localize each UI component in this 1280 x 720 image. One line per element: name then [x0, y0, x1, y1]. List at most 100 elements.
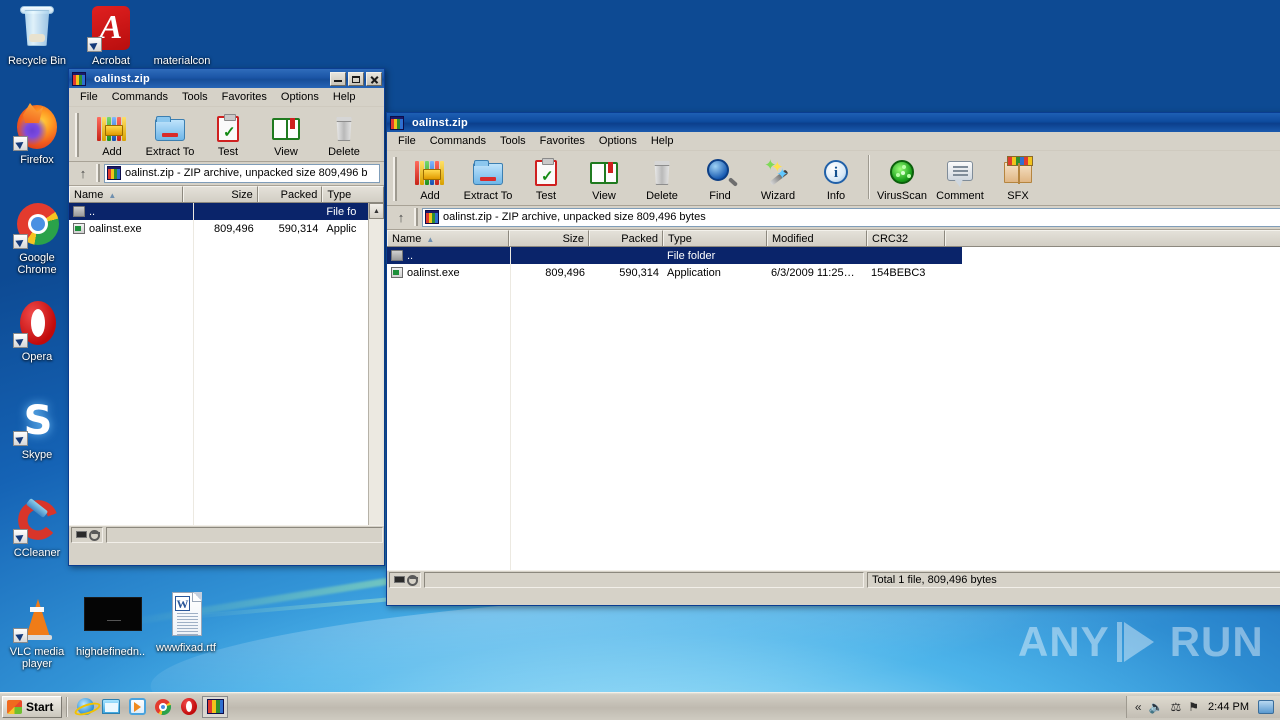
desktop-icon-opera[interactable]: Opera — [0, 300, 74, 363]
desktop-icon-ccleaner[interactable]: CCleaner — [0, 496, 74, 559]
table-row[interactable]: oalinst.exe 809,496 590,314 Applic — [69, 220, 384, 237]
toolbar-wizard-button[interactable]: Wizard — [749, 155, 807, 203]
menu-tools[interactable]: Tools — [493, 133, 533, 149]
desktop-icon-recycle-bin[interactable]: Recycle Bin — [0, 4, 74, 67]
taskbar-item-winrar[interactable] — [202, 695, 229, 718]
toolbar-add-button[interactable]: Add — [401, 155, 459, 203]
table-row[interactable]: .. File fo — [69, 203, 384, 220]
titlebar-front[interactable]: oalinst.zip — [387, 113, 1280, 132]
network-flag-icon[interactable]: ⚑ — [1188, 701, 1199, 713]
quicklaunch-chrome[interactable] — [150, 696, 176, 718]
column-header-modified[interactable]: Modified — [767, 230, 867, 246]
statusbar-back — [69, 525, 384, 543]
column-header-packed[interactable]: Packed — [589, 230, 663, 246]
file-list-back[interactable]: .. File fo oalinst.exe 809,496 590,314 A… — [69, 203, 384, 525]
toolbar-delete-button[interactable]: Delete — [315, 111, 373, 159]
list-column-divider — [510, 247, 511, 570]
desktop-icon-google-chrome[interactable]: Google Chrome — [0, 201, 74, 276]
toolbar-virusscan-button[interactable]: VirusScan — [873, 155, 931, 203]
toolbar-info-button[interactable]: i Info — [807, 155, 865, 203]
clock[interactable]: 2:44 PM — [1206, 701, 1251, 713]
addressbar-front[interactable]: ↑ oalinst.zip - ZIP archive, unpacked si… — [387, 206, 1280, 230]
file-list-header-front[interactable]: Name ▲ Size Packed Type Modified CRC32 — [387, 230, 1280, 247]
menu-options[interactable]: Options — [274, 89, 326, 105]
quicklaunch-media-player[interactable] — [124, 696, 150, 718]
file-list-header-back[interactable]: Name ▲ Size Packed Type — [69, 186, 384, 203]
file-list-front[interactable]: .. File folder oalinst.exe 809,496 590,3… — [387, 247, 1280, 570]
toolbar-test-button[interactable]: Test — [517, 155, 575, 203]
menubar-back[interactable]: File Commands Tools Favorites Options He… — [69, 88, 384, 107]
toolbar-view-button[interactable]: View — [257, 111, 315, 159]
menu-favorites[interactable]: Favorites — [215, 89, 274, 105]
vertical-scrollbar-back[interactable]: ▲ — [368, 203, 384, 525]
menu-file[interactable]: File — [73, 89, 105, 105]
toolbar-extract-to-button[interactable]: Extract To — [141, 111, 199, 159]
addressbar-grip[interactable] — [96, 164, 100, 182]
menu-commands[interactable]: Commands — [423, 133, 493, 149]
toolbar-extract-to-button[interactable]: Extract To — [459, 155, 517, 203]
table-row[interactable]: .. File folder — [387, 247, 962, 264]
toolbar-view-button[interactable]: View — [575, 155, 633, 203]
toolbar-grip[interactable] — [393, 157, 397, 201]
toolbar-comment-button[interactable]: Comment — [931, 155, 989, 203]
column-header-packed[interactable]: Packed — [257, 186, 323, 202]
start-button[interactable]: Start — [2, 695, 63, 718]
show-hidden-icons-chevron-icon[interactable]: « — [1135, 701, 1142, 713]
up-one-level-button[interactable]: ↑ — [73, 163, 93, 183]
column-header-name[interactable]: Name ▲ — [387, 230, 509, 246]
menu-options[interactable]: Options — [592, 133, 644, 149]
menu-commands[interactable]: Commands — [105, 89, 175, 105]
up-one-level-button[interactable]: ↑ — [391, 207, 411, 227]
scroll-up-button[interactable]: ▲ — [369, 203, 384, 219]
taskbar[interactable]: Start « 🔈 ⚖ ⚑ 2:44 PM — [0, 692, 1280, 720]
menu-tools[interactable]: Tools — [175, 89, 215, 105]
titlebar-back[interactable]: oalinst.zip — [69, 69, 384, 88]
security-shield-icon[interactable]: ⚖ — [1171, 701, 1182, 713]
show-desktop-button[interactable] — [1258, 699, 1274, 714]
toolbar-front[interactable]: Add Extract To Test View Delete Find — [387, 151, 1280, 206]
table-row[interactable]: oalinst.exe 809,496 590,314 Application … — [387, 264, 1280, 281]
minimize-button[interactable] — [330, 71, 346, 86]
archive-path-field[interactable]: oalinst.zip - ZIP archive, unpacked size… — [422, 207, 1280, 227]
toolbar-delete-button[interactable]: Delete — [633, 155, 691, 203]
toolbar-back[interactable]: Add Extract To Test View Delete Find — [69, 107, 384, 162]
toolbar-sfx-button[interactable]: SFX — [989, 155, 1047, 203]
toolbar-add-button[interactable]: Add — [83, 111, 141, 159]
column-header-type[interactable]: Type — [663, 230, 767, 246]
desktop-icon-highdefined[interactable]: highdefinedn.. — [76, 595, 145, 658]
menubar-front[interactable]: File Commands Tools Favorites Options He… — [387, 132, 1280, 151]
menu-help[interactable]: Help — [644, 133, 681, 149]
addressbar-back[interactable]: ↑ oalinst.zip - ZIP archive, unpacked si… — [69, 162, 384, 186]
winrar-window-back[interactable]: oalinst.zip File Commands Tools Favorite… — [68, 68, 385, 566]
quicklaunch-opera[interactable] — [176, 696, 202, 718]
close-button[interactable] — [366, 71, 382, 86]
desktop-icon-acrobat[interactable]: A Acrobat — [74, 4, 148, 67]
desktop-icon-vlc[interactable]: VLC media player — [0, 595, 74, 670]
column-header-size[interactable]: Size — [509, 230, 589, 246]
archive-path-field[interactable]: oalinst.zip - ZIP archive, unpacked size… — [104, 163, 380, 183]
addressbar-grip[interactable] — [414, 208, 418, 226]
winrar-window-front[interactable]: oalinst.zip File Commands Tools Favorite… — [386, 112, 1280, 606]
column-header-crc32[interactable]: CRC32 — [867, 230, 945, 246]
menu-favorites[interactable]: Favorites — [533, 133, 592, 149]
desktop-icon-firefox[interactable]: Firefox — [0, 103, 74, 166]
quicklaunch-internet-explorer[interactable] — [72, 696, 98, 718]
quicklaunch-windows-explorer[interactable] — [98, 696, 124, 718]
window-controls[interactable] — [330, 71, 382, 86]
toolbar-grip[interactable] — [75, 113, 79, 157]
toolbar-find-button[interactable]: Find — [373, 111, 384, 159]
column-header-size[interactable]: Size — [183, 186, 258, 202]
system-tray[interactable]: « 🔈 ⚖ ⚑ 2:44 PM — [1125, 695, 1280, 718]
menu-help[interactable]: Help — [326, 89, 363, 105]
maximize-button[interactable] — [348, 71, 364, 86]
desktop-icon-label: Opera — [21, 351, 53, 363]
toolbar-test-button[interactable]: Test — [199, 111, 257, 159]
toolbar-find-button[interactable]: Find — [691, 155, 749, 203]
volume-icon[interactable]: 🔈 — [1149, 701, 1164, 713]
column-header-name[interactable]: Name ▲ — [69, 186, 184, 202]
menu-file[interactable]: File — [391, 133, 423, 149]
desktop-icon-materialcon[interactable]: materialcon — [145, 4, 219, 67]
desktop-icon-wwwfixad-rtf[interactable]: W wwwfixad.rtf — [149, 591, 223, 654]
desktop-icon-skype[interactable]: S Skype — [0, 398, 74, 461]
column-header-type[interactable]: Type — [322, 186, 384, 202]
